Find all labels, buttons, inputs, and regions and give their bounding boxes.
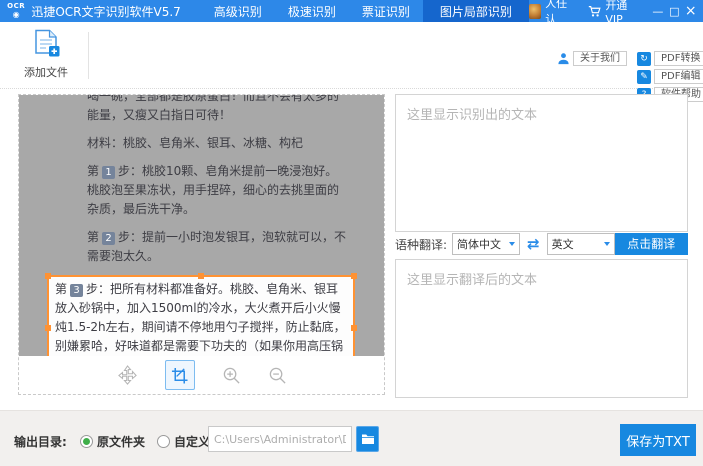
recognized-text-area[interactable] xyxy=(395,94,688,232)
titlebar-right: 人任认 开通VIP — □ × xyxy=(529,0,703,22)
pdf-edit-button[interactable]: ✎ PDF编辑 xyxy=(637,69,703,84)
step-number-badge: 2 xyxy=(102,232,115,245)
tab-ticket-ocr[interactable]: 票证识别 xyxy=(349,0,423,22)
titlebar: OCR ◉ 迅捷OCR文字识别软件V5.7 高级识别 极速识别 票证识别 图片局… xyxy=(0,0,703,22)
output-dir-label: 输出目录: xyxy=(14,433,67,450)
source-language-value: 简体中文 xyxy=(457,236,501,252)
crop-tool-button[interactable] xyxy=(165,360,195,390)
add-file-icon xyxy=(33,43,60,62)
cart-icon xyxy=(588,5,601,18)
chevron-down-icon xyxy=(509,242,515,246)
zoom-out-tool-button[interactable] xyxy=(268,366,287,385)
pdf-convert-button[interactable]: ↻ PDF转换 xyxy=(637,51,703,66)
selection-handle[interactable] xyxy=(45,325,51,331)
doc-paragraph: 喝一碗，全部都是胶原蛋白！而且不会有太多的能量，又瘦又白指日可待！ xyxy=(87,95,347,125)
about-us-label: 关于我们 xyxy=(573,51,627,66)
logo-text: OCR xyxy=(7,3,25,10)
swap-languages-icon[interactable]: ⇄ xyxy=(527,235,540,253)
doc-paragraph: 第2步：提前一小时泡发银耳，泡软就可以，不需要泡太久。 xyxy=(87,228,347,266)
move-icon xyxy=(117,365,138,386)
crop-selection-box[interactable]: 第3步：把所有材料都准备好。桃胶、皂角米、银耳放入砂锅中，加入1500ml的冷水… xyxy=(47,275,355,356)
zoom-in-tool-button[interactable] xyxy=(222,366,241,385)
avatar[interactable] xyxy=(529,4,541,19)
pdf-convert-icon: ↻ xyxy=(637,52,651,66)
radio-original-folder-label[interactable]: 原文件夹 xyxy=(97,433,145,450)
close-button[interactable]: × xyxy=(683,0,699,22)
eye-icon: ◉ xyxy=(13,10,20,19)
zoom-in-icon xyxy=(222,366,241,385)
main-menu: 高级识别 极速识别 票证识别 图片局部识别 xyxy=(201,0,529,22)
step-number-badge: 3 xyxy=(70,284,83,297)
maximize-button[interactable]: □ xyxy=(666,0,682,22)
chevron-down-icon xyxy=(604,242,610,246)
doc-paragraph-selected: 第3步：把所有材料都准备好。桃胶、皂角米、银耳放入砂锅中，加入1500ml的冷水… xyxy=(55,280,347,356)
save-as-txt-button[interactable]: 保存为TXT xyxy=(620,424,696,456)
toolbar-divider xyxy=(88,32,89,79)
browse-folder-button[interactable] xyxy=(356,426,379,452)
selection-handle[interactable] xyxy=(198,273,204,279)
document-text: 喝一碗，全部都是胶原蛋白！而且不会有太多的能量，又瘦又白指日可待！ 材料：桃胶、… xyxy=(87,95,347,356)
add-file-label: 添加文件 xyxy=(16,64,76,80)
move-tool-button[interactable] xyxy=(117,365,138,386)
translated-text-area[interactable] xyxy=(395,259,688,398)
tab-image-region-ocr[interactable]: 图片局部识别 xyxy=(423,0,529,22)
target-language-value: 英文 xyxy=(552,236,574,252)
output-bar: 输出目录: 原文件夹 自定义 保存为TXT xyxy=(0,410,703,466)
target-language-select[interactable]: 英文 xyxy=(547,233,615,255)
tab-advanced-ocr[interactable]: 高级识别 xyxy=(201,0,275,22)
translate-label: 语种翻译: xyxy=(395,236,447,253)
crop-icon xyxy=(171,367,188,384)
radio-custom-folder[interactable] xyxy=(157,435,170,448)
folder-icon xyxy=(361,433,375,445)
minimize-button[interactable]: — xyxy=(650,0,666,22)
pdf-edit-label: PDF编辑 xyxy=(654,69,703,84)
radio-custom-folder-label[interactable]: 自定义 xyxy=(174,433,210,450)
toolbar: 添加文件 关于我们 ↻ PDF转换 ✎ PDF编辑 ? 软件帮助 xyxy=(0,22,703,89)
preview-frame: 喝一碗，全部都是胶原蛋白！而且不会有太多的能量，又瘦又白指日可待！ 材料：桃胶、… xyxy=(18,94,385,395)
preview-toolbar xyxy=(19,356,384,394)
pdf-convert-label: PDF转换 xyxy=(654,51,703,66)
about-us-button[interactable]: 关于我们 xyxy=(556,51,627,66)
app-title: 迅捷OCR文字识别软件V5.7 xyxy=(31,0,180,22)
radio-original-folder[interactable] xyxy=(80,435,93,448)
tab-fast-ocr[interactable]: 极速识别 xyxy=(275,0,349,22)
translate-button[interactable]: 点击翻译 xyxy=(615,233,688,255)
selection-handle[interactable] xyxy=(351,273,357,279)
document-preview[interactable]: 喝一碗，全部都是胶原蛋白！而且不会有太多的能量，又瘦又白指日可待！ 材料：桃胶、… xyxy=(19,95,384,356)
step-number-badge: 1 xyxy=(102,166,115,179)
pdf-edit-icon: ✎ xyxy=(637,70,651,84)
selection-handle[interactable] xyxy=(351,325,357,331)
doc-paragraph: 材料：桃胶、皂角米、银耳、冰糖、构杞 xyxy=(87,134,347,153)
person-icon xyxy=(556,52,570,66)
translate-row: 语种翻译: 简体中文 ⇄ 英文 点击翻译 xyxy=(395,233,688,255)
add-file-button[interactable]: 添加文件 xyxy=(16,29,76,80)
source-language-select[interactable]: 简体中文 xyxy=(452,233,520,255)
zoom-out-icon xyxy=(268,366,287,385)
app-logo: OCR ◉ xyxy=(4,0,28,22)
output-path-input[interactable] xyxy=(208,426,352,452)
doc-paragraph: 第1步：桃胶10颗、皂角米提前一晚浸泡好。桃胶泡至果冻状，用手捏碎，细心的去挑里… xyxy=(87,162,347,219)
selection-handle[interactable] xyxy=(45,273,51,279)
